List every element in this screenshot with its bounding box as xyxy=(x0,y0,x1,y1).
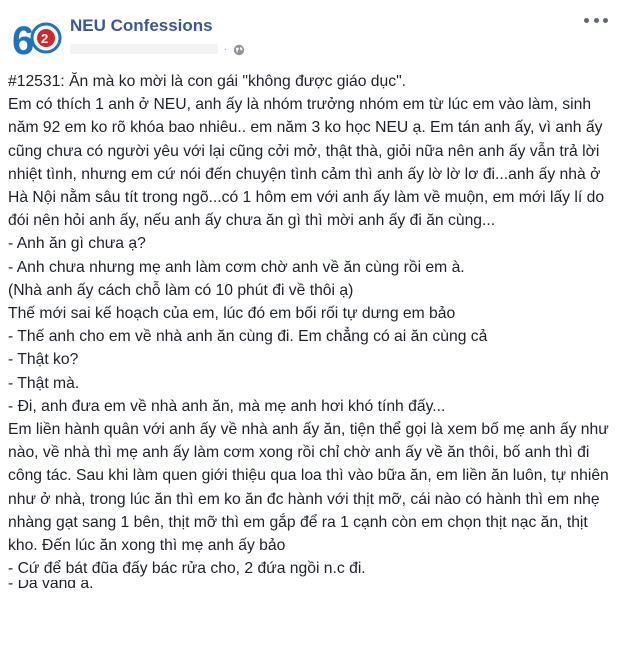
page-avatar[interactable]: 6 2 xyxy=(8,10,64,66)
post-meta: · xyxy=(70,42,245,56)
post-line: #12531: Ăn mà ko mời là con gái "không đ… xyxy=(8,73,407,90)
post-line: - Đi, anh đưa em về nhà anh ăn, mà mẹ an… xyxy=(8,397,446,415)
post-line: Thế mới sai kế hoạch của em, lúc đó em b… xyxy=(8,305,456,323)
avatar-logo-icon: 6 2 xyxy=(9,11,63,65)
post-line: - Cứ để bát đũa đấy bác rửa cho, 2 đứa n… xyxy=(8,560,366,578)
post-line: Em có thích 1 anh ở NEU, anh ấy là nhóm … xyxy=(8,96,605,230)
post-line: (Nhà anh ấy cách chỗ làm có 10 phút đi v… xyxy=(8,281,354,299)
post-line: - Anh chưa nhưng mẹ anh làm cơm chờ anh … xyxy=(8,258,465,276)
post-line: - Anh ăn gì chưa ạ? xyxy=(8,235,146,253)
post-card: 6 2 NEU Confessions · #12531: Ăn mà ko m… xyxy=(0,0,620,651)
post-timestamp[interactable] xyxy=(70,44,218,54)
post-header: 6 2 NEU Confessions · xyxy=(8,8,608,68)
avatar-digit-2: 2 xyxy=(41,31,48,46)
page-name-link[interactable]: NEU Confessions xyxy=(70,16,213,36)
meta-separator: · xyxy=(224,43,228,55)
post-body: #12531: Ăn mà ko mời là con gái "không đ… xyxy=(8,70,614,588)
post-line: - Thật mà. xyxy=(8,374,80,392)
post-line: - Thật ko? xyxy=(8,351,79,369)
post-line: - Thế anh cho em về nhà anh ăn cùng đi. … xyxy=(8,328,488,346)
globe-icon[interactable] xyxy=(233,43,245,56)
more-options-icon[interactable] xyxy=(584,14,608,26)
post-line-cut-off: - Dạ vâng ạ. xyxy=(8,580,614,588)
post-line: Em liền hành quân với anh ấy về nhà anh … xyxy=(8,421,609,555)
